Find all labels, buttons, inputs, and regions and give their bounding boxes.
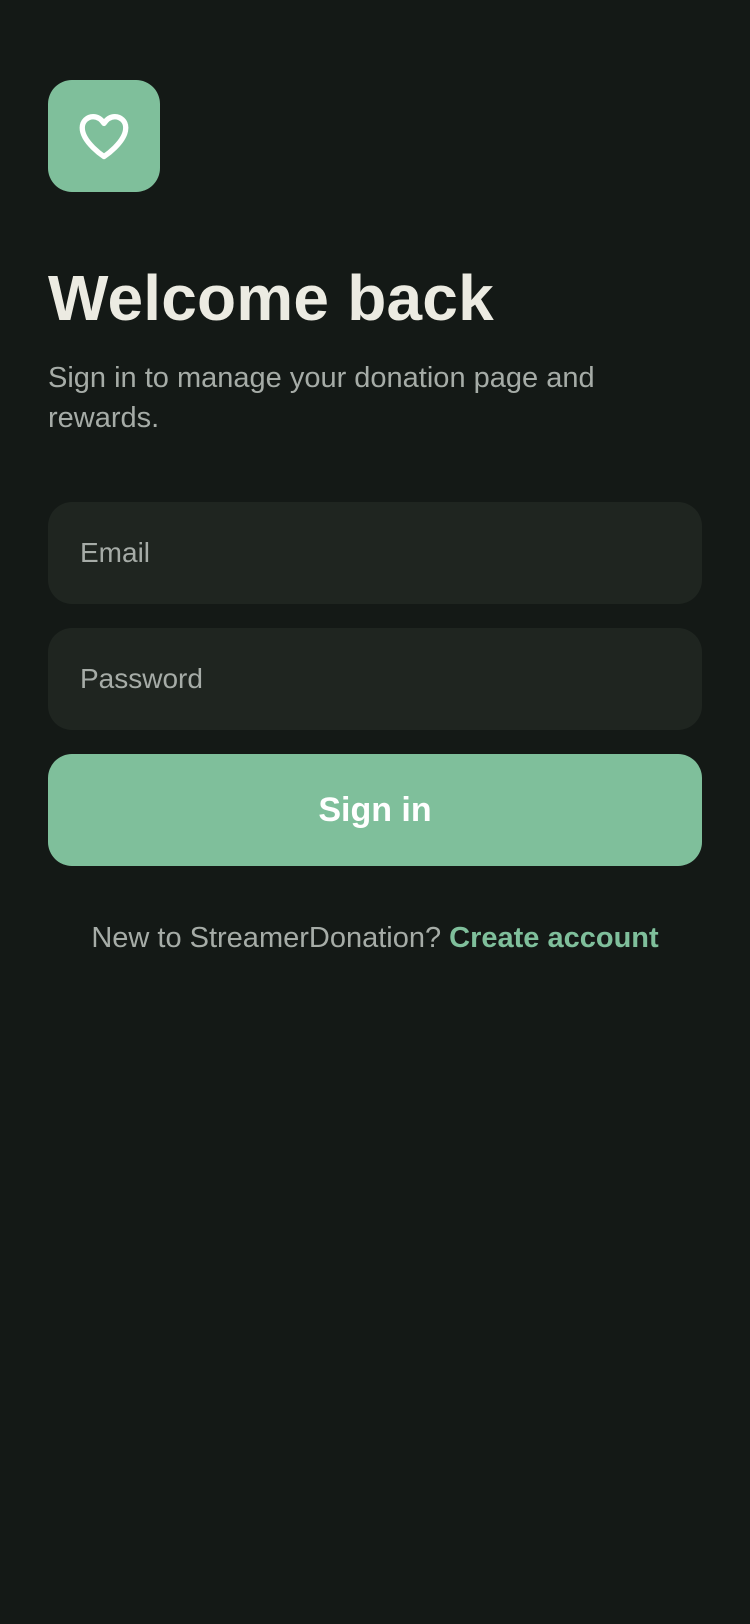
create-account-link[interactable]: Create account — [449, 922, 659, 954]
email-field[interactable] — [48, 502, 702, 604]
page-subtitle: Sign in to manage your donation page and… — [48, 362, 595, 434]
password-field[interactable] — [48, 628, 702, 730]
login-screen: Welcome back Sign in to manage your dona… — [48, 80, 702, 958]
signup-prompt: New to StreamerDonation? Create account — [48, 918, 702, 958]
app-logo — [48, 80, 160, 192]
heart-icon — [79, 114, 129, 160]
page-title: Welcome back — [48, 262, 494, 334]
sign-in-button[interactable]: Sign in — [48, 754, 702, 866]
signup-prompt-text: New to StreamerDonation? — [91, 922, 450, 954]
